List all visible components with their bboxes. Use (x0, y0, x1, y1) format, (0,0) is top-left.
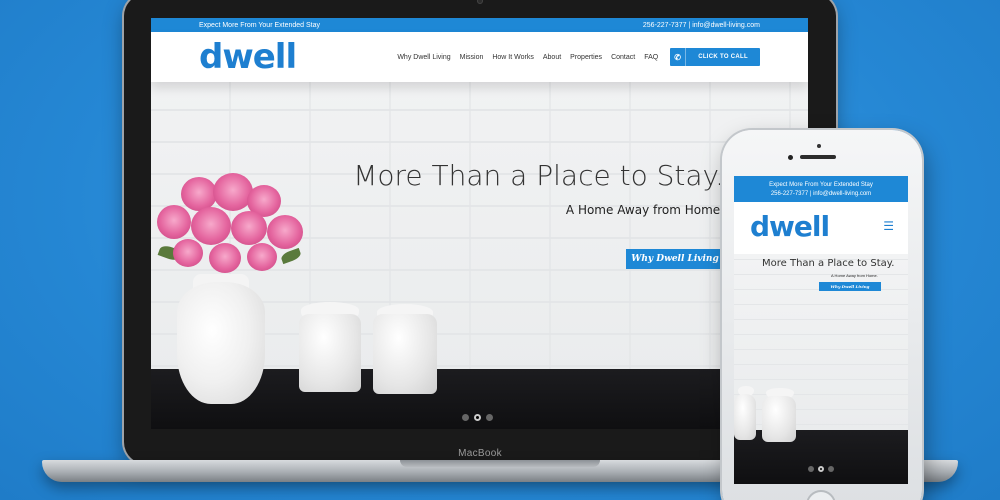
slider-dot[interactable] (828, 466, 834, 472)
phone-speaker (800, 155, 836, 159)
cta-label: CLICK TO CALL (698, 54, 748, 60)
hero-title: More Than a Place to Stay. (353, 159, 724, 192)
mobile-contact-info[interactable]: 256-227-7377 | info@dwell-living.com (734, 191, 908, 197)
contact-info[interactable]: 256-227-7377 | info@dwell-living.com (643, 22, 760, 29)
slider-dot-active[interactable] (474, 414, 481, 421)
nav-item-contact[interactable]: Contact (611, 54, 635, 61)
macbook-label: MacBook (458, 448, 502, 459)
mobile-header: dwell ☰ (734, 202, 908, 250)
mobile-hero-title: More Than a Place to Stay. (762, 258, 895, 269)
flower-bouquet (151, 173, 321, 287)
nav-item-mission[interactable]: Mission (460, 54, 484, 61)
tagline: Expect More From Your Extended Stay (199, 21, 321, 29)
mobile-logo[interactable]: dwell (750, 210, 830, 243)
mobile-top-info-bar: Expect More From Your Extended Stay 256-… (734, 176, 908, 202)
nav-item-faq[interactable]: FAQ (644, 54, 658, 61)
logo[interactable]: dwell (199, 40, 297, 74)
slider-dot[interactable] (486, 414, 493, 421)
click-to-call-button[interactable]: ✆ CLICK TO CALL (670, 48, 760, 66)
nav-item-why-dwell-living[interactable]: Why Dwell Living (397, 54, 450, 61)
hero-subtitle: A Home Away from Home. (565, 203, 724, 217)
nav-item-properties[interactable]: Properties (570, 54, 602, 61)
phone-icon: ✆ (670, 48, 687, 66)
mobile-tagline: Expect More From Your Extended Stay (769, 181, 873, 188)
main-nav: Why Dwell Living Mission How It Works Ab… (397, 54, 658, 61)
laptop-screen: Expect More From Your Extended Stay 256-… (151, 18, 808, 429)
vase (177, 282, 265, 404)
nav-item-about[interactable]: About (543, 54, 561, 61)
canister (373, 314, 437, 394)
canister (762, 396, 796, 442)
site-header: dwell Why Dwell Living Mission How It Wo… (151, 32, 808, 82)
slider-dot[interactable] (808, 466, 814, 472)
canister (734, 394, 756, 440)
hero-slider: More Than a Place to Stay. A Home Away f… (151, 82, 808, 429)
why-dwell-living-button[interactable]: Why Dwell Living (626, 249, 724, 269)
phone-screen: Expect More From Your Extended Stay 256-… (734, 176, 908, 484)
phone-camera-icon (817, 144, 821, 148)
slider-dots (462, 414, 493, 421)
mobile-countertop (734, 430, 908, 484)
mobile-slider-dots (808, 466, 834, 472)
canister (299, 314, 361, 392)
mobile-hero-subtitle: A Home Away from Home. (831, 273, 878, 278)
top-info-bar: Expect More From Your Extended Stay 256-… (151, 18, 808, 32)
phone-sensor-icon (788, 155, 793, 160)
hamburger-menu-icon[interactable]: ☰ (883, 219, 894, 233)
laptop-notch (400, 460, 600, 467)
mobile-why-dwell-living-button[interactable]: Why Dwell Living (819, 282, 881, 291)
nav-item-how-it-works[interactable]: How It Works (492, 54, 534, 61)
slider-dot[interactable] (462, 414, 469, 421)
slider-dot-active[interactable] (818, 466, 824, 472)
